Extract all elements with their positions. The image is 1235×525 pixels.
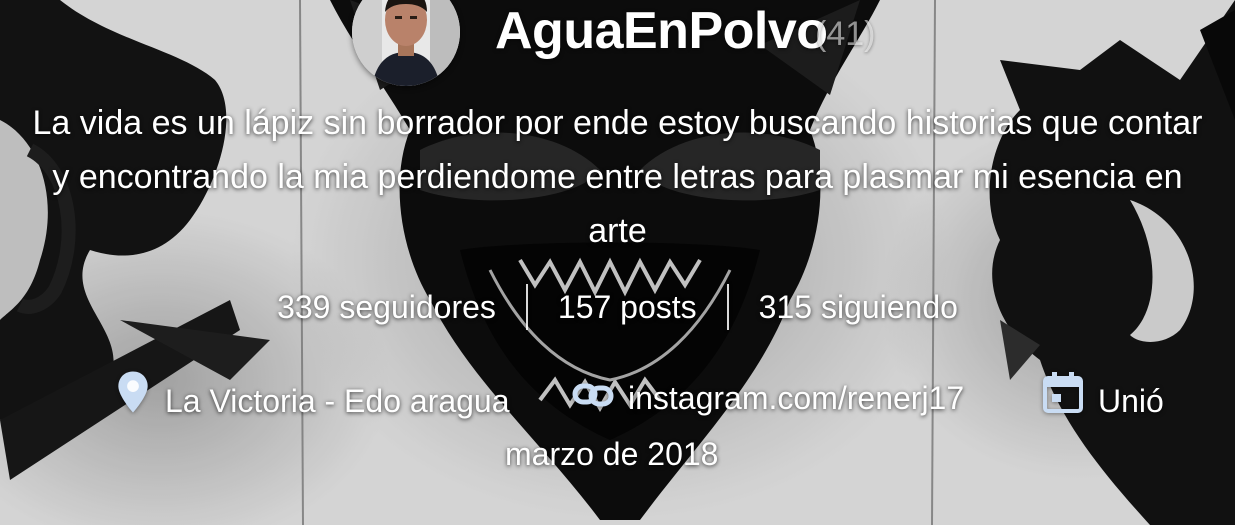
followers-stat[interactable]: 339 seguidores: [247, 283, 526, 331]
website-text[interactable]: instagram.com/renerj17: [628, 370, 964, 426]
avatar[interactable]: [352, 0, 460, 86]
map-pin-icon: [115, 370, 151, 431]
profile-count: (41): [815, 15, 876, 53]
joined-item: Unió: [1042, 370, 1164, 431]
profile-header: AguaEnPolvo (41): [0, 0, 1235, 86]
profile-bio: La vida es un lápiz sin borrador por end…: [32, 104, 1203, 250]
avatar-image: [352, 0, 460, 86]
profile-username[interactable]: AguaEnPolvo: [495, 2, 828, 60]
profile-stats: 339 seguidores 157 posts 315 siguiendo: [0, 283, 1235, 331]
following-stat[interactable]: 315 siguiendo: [729, 283, 988, 331]
location-item: La Victoria - Edo aragua: [115, 370, 510, 431]
location-text: La Victoria - Edo aragua: [165, 382, 510, 419]
website-link[interactable]: instagram.com/renerj17: [572, 370, 964, 426]
joined-date: marzo de 2018: [505, 436, 719, 472]
posts-stat[interactable]: 157 posts: [528, 283, 727, 331]
link-icon: [572, 370, 614, 426]
joined-prefix: Unió: [1098, 382, 1164, 419]
calendar-icon: [1042, 370, 1084, 431]
